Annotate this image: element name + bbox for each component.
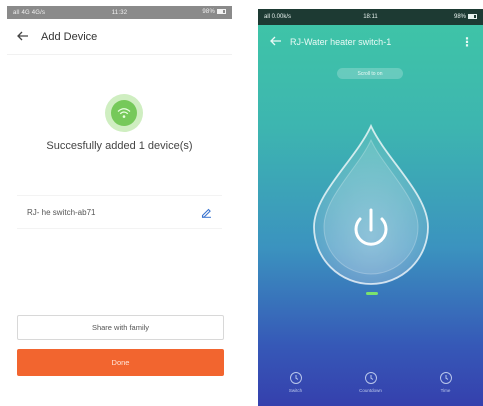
bottom-nav-time[interactable]: Time — [416, 371, 476, 393]
bottom-nav: Switch Countdown Time — [258, 371, 483, 406]
status-bar-time: 11:32 — [111, 9, 128, 16]
pencil-icon[interactable] — [201, 207, 212, 218]
bottom-nav-countdown[interactable]: Countdown — [341, 371, 401, 393]
added-device-row: RJ- he switch-ab71 — [17, 195, 222, 229]
bottom-nav-label: Countdown — [359, 388, 382, 393]
success-message: Succesfully added 1 device(s) — [46, 140, 193, 152]
back-arrow-icon[interactable] — [17, 29, 41, 44]
device-name: RJ- he switch-ab71 — [27, 207, 96, 217]
water-drop-inner — [323, 138, 419, 275]
bottom-nav-label: Switch — [288, 388, 303, 393]
bottom-nav-label: Time — [440, 388, 451, 393]
page-title: Add Device — [41, 30, 98, 43]
water-drop-graphic — [313, 123, 429, 285]
clock-icon — [289, 372, 302, 384]
share-with-family-button[interactable]: Share with family — [17, 315, 224, 340]
app-header: Add Device — [7, 19, 232, 55]
wifi-check-icon — [105, 94, 143, 132]
power-state-indicator — [366, 292, 378, 295]
battery-icon — [217, 9, 226, 15]
done-button[interactable]: Done — [17, 349, 224, 376]
bottom-nav-switch[interactable]: Switch — [266, 371, 326, 393]
clock-icon — [364, 372, 377, 384]
device-control-screen: all 0.00k/s 18:11 98% RJ-Water heater sw… — [258, 9, 483, 406]
add-device-screen: all 4G 4G/s 11:32 98% Add Device Succesf… — [7, 6, 232, 394]
screenshot-stage: all 4G 4G/s 11:32 98% Add Device Succesf… — [0, 0, 483, 406]
status-bar: all 4G 4G/s 11:32 98% — [7, 6, 232, 19]
clock-icon — [439, 372, 452, 384]
